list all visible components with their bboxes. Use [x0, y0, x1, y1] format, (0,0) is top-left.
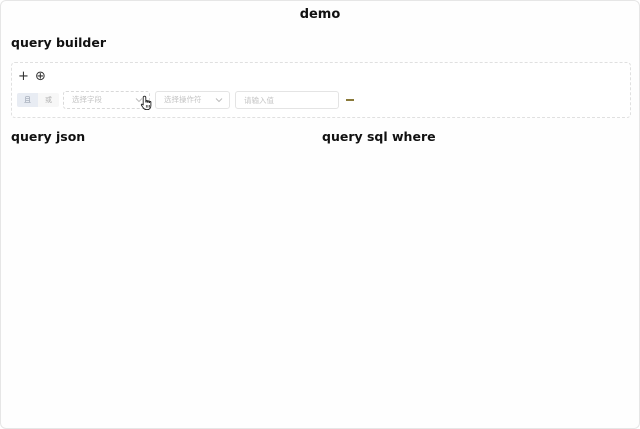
minus-icon: [346, 99, 354, 101]
query-builder-heading: query builder: [11, 35, 106, 50]
chevron-down-icon: [215, 98, 223, 103]
hand-pointer-icon: [140, 95, 152, 111]
query-builder-panel: + ⊕ 且 或 选择字段 选择操作符: [11, 62, 631, 118]
page-title: demo: [299, 7, 341, 22]
logic-toggle[interactable]: 且 或: [17, 93, 59, 107]
value-input[interactable]: [235, 91, 339, 109]
rule-row: 且 或 选择字段 选择操作符: [17, 91, 355, 109]
logic-option-or[interactable]: 或: [38, 93, 59, 107]
remove-rule-button[interactable]: [345, 95, 355, 105]
operator-select[interactable]: 选择操作符: [155, 91, 230, 109]
add-group-button[interactable]: ⊕: [34, 70, 47, 83]
field-select[interactable]: 选择字段: [63, 91, 150, 109]
query-sql-heading: query sql where: [322, 129, 436, 144]
add-rule-button[interactable]: +: [17, 70, 30, 83]
operator-select-placeholder: 选择操作符: [164, 95, 202, 104]
logic-option-and[interactable]: 且: [17, 93, 38, 107]
field-select-placeholder: 选择字段: [72, 95, 102, 104]
query-json-heading: query json: [11, 129, 86, 144]
builder-toolbar: + ⊕: [17, 68, 47, 84]
